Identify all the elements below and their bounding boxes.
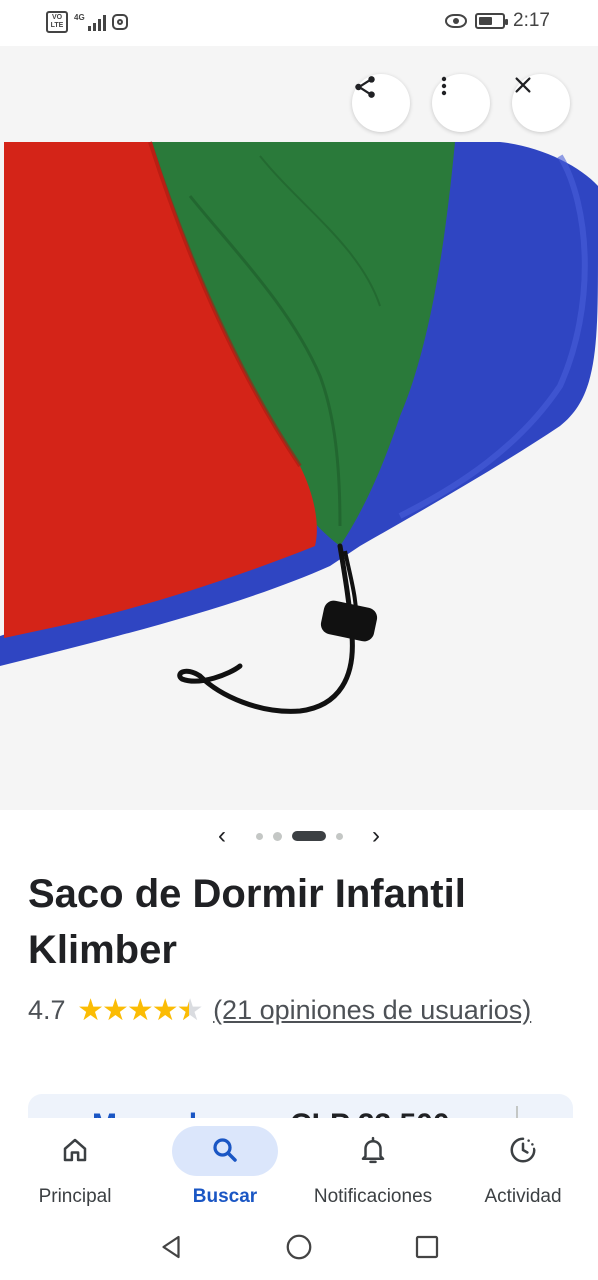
home-icon <box>63 1138 87 1162</box>
previous-image-button[interactable]: ‹ <box>210 822 234 850</box>
search-icon <box>213 1138 237 1162</box>
eye-icon <box>445 14 468 28</box>
product-image <box>0 141 598 714</box>
instagram-icon <box>111 14 128 30</box>
nav-label: Notificaciones <box>313 1186 433 1207</box>
signal-icon: 4G <box>74 13 106 31</box>
carousel-dot[interactable] <box>273 831 282 841</box>
home-circle-icon[interactable] <box>284 1232 314 1262</box>
nav-label: Buscar <box>192 1186 258 1207</box>
status-left: VO LTE 4G <box>46 11 128 33</box>
close-button[interactable] <box>512 74 570 132</box>
next-image-button[interactable]: › <box>364 822 388 850</box>
product-title: Saco de Dormir Infantil Klimber <box>28 872 466 972</box>
more-vert-icon <box>441 76 447 96</box>
nav-item-notificaciones[interactable]: Notificaciones <box>298 1118 448 1222</box>
rating-score: 4.7 <box>28 995 66 1025</box>
carousel-dot[interactable] <box>336 832 343 840</box>
nav-item-actividad[interactable]: Actividad <box>448 1118 598 1222</box>
status-right: 2:17 <box>445 10 550 32</box>
carousel-dot-active[interactable] <box>292 831 326 841</box>
more-options-button[interactable] <box>432 74 490 132</box>
carousel-dots <box>256 831 343 841</box>
bottom-navigation: Principal Buscar Notificaciones Activida… <box>0 1118 598 1222</box>
rating-stars: ★★★★★ <box>77 987 204 1035</box>
image-carousel-controls: ‹ › <box>0 818 598 854</box>
back-icon[interactable] <box>156 1232 186 1262</box>
reviews-link[interactable]: (21 opiniones de usuarios) <box>213 995 531 1025</box>
battery-icon <box>475 13 509 29</box>
share-button[interactable] <box>352 74 410 132</box>
carousel-dot[interactable] <box>256 832 263 840</box>
close-icon <box>515 77 531 93</box>
network-type: 4G <box>74 13 85 22</box>
status-time: 2:17 <box>513 10 550 31</box>
share-icon <box>355 76 375 98</box>
status-bar: VO LTE 4G 2:17 <box>0 0 598 46</box>
rating-block: 4.7 ★★★★★ (21 opiniones de usuarios) <box>28 986 568 1035</box>
half-star-icon: ★ <box>177 987 204 1035</box>
recents-icon[interactable] <box>412 1232 442 1262</box>
nav-item-principal[interactable]: Principal <box>0 1118 150 1222</box>
product-image-viewer[interactable] <box>0 46 598 810</box>
bell-icon <box>361 1136 385 1164</box>
system-navigation-bar <box>0 1222 598 1280</box>
volte-icon: VO LTE <box>46 11 68 33</box>
nav-label: Actividad <box>484 1186 562 1207</box>
activity-icon <box>510 1137 536 1163</box>
nav-label: Principal <box>38 1186 112 1207</box>
nav-item-buscar[interactable]: Buscar <box>150 1118 300 1222</box>
cord-lock <box>320 600 378 642</box>
